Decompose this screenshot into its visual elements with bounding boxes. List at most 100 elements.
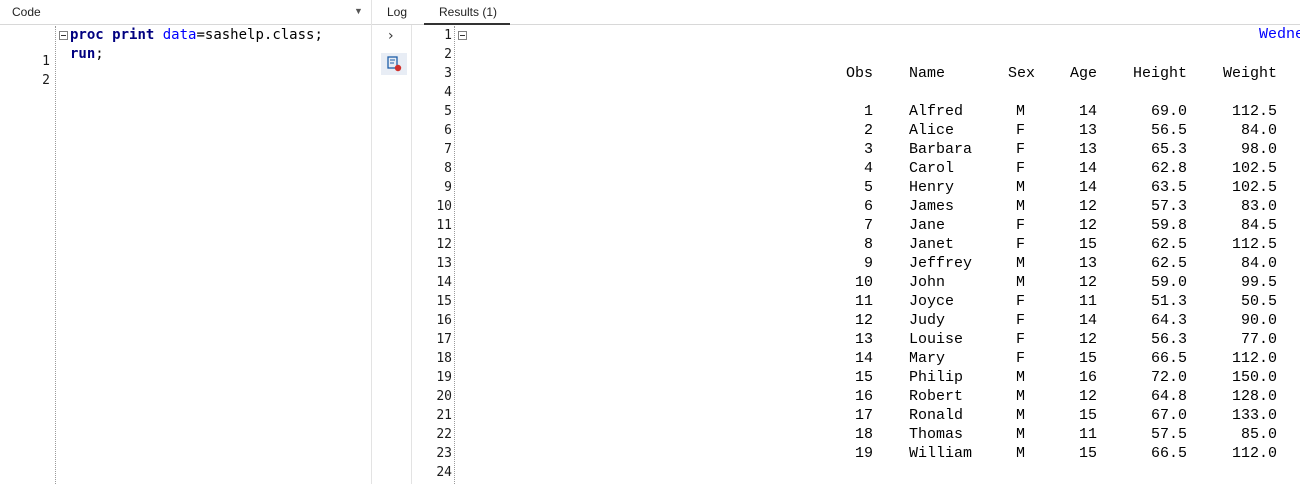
table-cell: 98.0 xyxy=(1240,141,1277,158)
table-cell: 90.0 xyxy=(1240,312,1277,329)
column-header: Age xyxy=(1069,65,1097,82)
table-cell: M xyxy=(1015,103,1025,120)
table-cell: F xyxy=(1015,141,1025,158)
table-cell: 12 xyxy=(1078,274,1097,291)
table-cell: 13 xyxy=(854,331,873,348)
result-line-number: 13 xyxy=(436,256,452,271)
table-cell: 14 xyxy=(1078,160,1097,177)
table-cell: M xyxy=(1015,388,1025,405)
semicolon: ; xyxy=(95,46,104,62)
result-line-number: 22 xyxy=(436,427,452,442)
table-cell: F xyxy=(1015,236,1025,253)
code-line-1[interactable]: proc print data=sashelp.class; xyxy=(70,26,323,45)
table-cell: F xyxy=(1015,160,1025,177)
table-cell: M xyxy=(1015,369,1025,386)
code-line-number: 2 xyxy=(42,73,50,88)
result-line-number: 3 xyxy=(444,66,452,81)
result-line-number: 5 xyxy=(444,104,452,119)
table-cell: 63.5 xyxy=(1150,179,1187,196)
tab-active-indicator xyxy=(424,23,510,25)
code-line-number: 1 xyxy=(42,54,50,69)
keyword-run: run xyxy=(70,46,96,62)
table-cell: 72.0 xyxy=(1150,369,1187,386)
table-cell: 85.0 xyxy=(1240,426,1277,443)
result-line-number: 21 xyxy=(436,408,452,423)
table-cell: 65.3 xyxy=(1150,141,1187,158)
results-gutter-divider xyxy=(454,26,455,484)
table-cell: 15 xyxy=(854,369,873,386)
code-line-2[interactable]: run; xyxy=(70,45,104,64)
table-cell: 99.5 xyxy=(1240,274,1277,291)
table-cell: 56.5 xyxy=(1150,122,1187,139)
table-cell: 133.0 xyxy=(1231,407,1277,424)
result-line-number: 7 xyxy=(444,142,452,157)
table-cell: M xyxy=(1015,426,1025,443)
table-cell: 112.0 xyxy=(1231,350,1277,367)
collapse-icon[interactable] xyxy=(59,31,68,40)
table-cell: 12 xyxy=(1078,331,1097,348)
result-line-number: 4 xyxy=(444,85,452,100)
tab-log[interactable]: Log xyxy=(387,5,407,19)
dataset-name: =sashelp.class; xyxy=(196,27,323,43)
collapse-icon[interactable] xyxy=(458,31,467,40)
table-cell: 11 xyxy=(1078,293,1097,310)
results-tabs: Log Results (1) xyxy=(372,0,1300,25)
panel-divider[interactable] xyxy=(371,0,372,484)
table-cell: 14 xyxy=(1078,312,1097,329)
code-panel-title: Code xyxy=(12,5,41,19)
table-cell: 56.3 xyxy=(1150,331,1187,348)
table-cell: 17 xyxy=(854,407,873,424)
table-cell: 62.5 xyxy=(1150,236,1187,253)
result-line-number: 1 xyxy=(444,28,452,43)
result-line-number: 14 xyxy=(436,275,452,290)
column-header: Weight xyxy=(1222,65,1277,82)
result-line-number: 9 xyxy=(444,180,452,195)
table-cell: 51.3 xyxy=(1150,293,1187,310)
result-line-number: 24 xyxy=(436,465,452,480)
table-cell: 84.0 xyxy=(1240,122,1277,139)
table-cell: 11 xyxy=(854,293,873,310)
table-cell: 13 xyxy=(1078,141,1097,158)
result-line-number: 8 xyxy=(444,161,452,176)
table-cell: M xyxy=(1015,198,1025,215)
table-cell: 9 xyxy=(863,255,873,272)
table-cell: John xyxy=(909,274,946,291)
table-cell: Henry xyxy=(909,179,955,196)
table-cell: 128.0 xyxy=(1231,388,1277,405)
table-cell: 59.8 xyxy=(1150,217,1187,234)
table-cell: 16 xyxy=(854,388,873,405)
table-cell: 3 xyxy=(863,141,873,158)
table-cell: 112.5 xyxy=(1231,236,1277,253)
table-cell: William xyxy=(909,445,973,462)
expand-arrow-icon[interactable]: › xyxy=(388,28,394,44)
option-data: data xyxy=(162,27,197,43)
table-cell: 83.0 xyxy=(1240,198,1277,215)
table-cell: 57.5 xyxy=(1150,426,1187,443)
table-cell: 4 xyxy=(863,160,873,177)
keyword-proc: proc xyxy=(70,27,104,43)
table-cell: 62.5 xyxy=(1150,255,1187,272)
table-cell: 2 xyxy=(863,122,873,139)
table-cell: Louise xyxy=(909,331,964,348)
table-cell: 102.5 xyxy=(1231,160,1277,177)
chevron-down-icon[interactable]: ▼ xyxy=(354,6,363,16)
table-cell: 14 xyxy=(854,350,873,367)
table-cell: 12 xyxy=(854,312,873,329)
table-cell: 14 xyxy=(1078,103,1097,120)
table-cell: F xyxy=(1015,350,1025,367)
code-panel-header: Code ▼ xyxy=(0,0,371,25)
tab-results[interactable]: Results (1) xyxy=(439,5,497,19)
table-cell: M xyxy=(1015,445,1025,462)
table-cell: 66.5 xyxy=(1150,445,1187,462)
table-cell: 64.8 xyxy=(1150,388,1187,405)
table-cell: 57.3 xyxy=(1150,198,1187,215)
table-cell: 14 xyxy=(1078,179,1097,196)
table-cell: Janet xyxy=(909,236,955,253)
table-cell: 112.5 xyxy=(1231,103,1277,120)
table-cell: 13 xyxy=(1078,255,1097,272)
table-cell: 8 xyxy=(863,236,873,253)
result-line-number: 18 xyxy=(436,351,452,366)
table-cell: 84.5 xyxy=(1240,217,1277,234)
